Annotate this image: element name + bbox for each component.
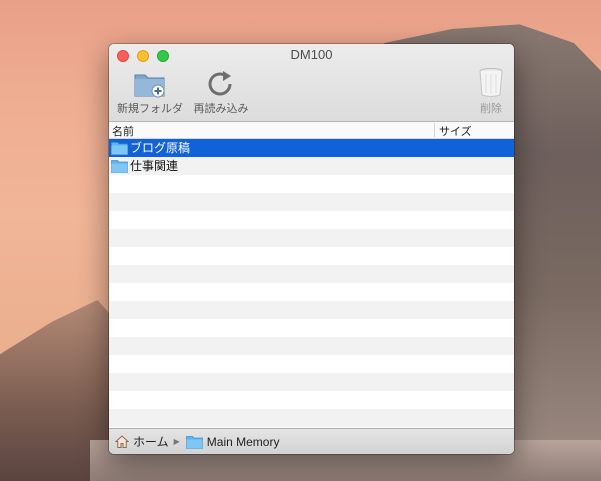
file-list-header: 名前 サイズ <box>109 122 514 139</box>
trash-icon <box>479 68 503 97</box>
reload-label: 再読み込み <box>193 103 249 115</box>
empty-row <box>109 373 514 391</box>
folder-icon <box>185 435 203 449</box>
empty-row <box>109 175 514 193</box>
empty-row <box>109 247 514 265</box>
empty-row <box>109 283 514 301</box>
empty-row <box>109 301 514 319</box>
empty-row <box>109 409 514 427</box>
delete-button[interactable]: 削除 <box>475 68 507 116</box>
path-bar: ホーム ▶ Main Memory <box>109 428 514 454</box>
new-folder-button[interactable]: 新規フォルダ <box>116 68 184 116</box>
empty-row <box>109 319 514 337</box>
breadcrumb-current-label: Main Memory <box>206 434 280 449</box>
reload-button[interactable]: 再読み込み <box>191 68 251 116</box>
list-item[interactable]: ブログ原稿 <box>109 139 514 157</box>
breadcrumb-home-label: ホーム <box>133 435 169 449</box>
file-list[interactable]: ブログ原稿 仕事関連 <box>109 139 514 429</box>
empty-row <box>109 193 514 211</box>
empty-row <box>109 265 514 283</box>
title-toolbar: DM100 新規フォルダ 再読み込み 削除 <box>109 44 514 122</box>
breadcrumb-current[interactable]: Main Memory <box>185 434 280 449</box>
new-folder-label: 新規フォルダ <box>117 103 183 115</box>
folder-icon <box>111 160 128 173</box>
breadcrumb-separator-icon: ▶ <box>173 437 180 446</box>
empty-row <box>109 355 514 373</box>
empty-row <box>109 211 514 229</box>
app-window: DM100 新規フォルダ 再読み込み 削除 名前 サイズ ブログ原稿 仕事関連 … <box>109 44 514 454</box>
home-icon <box>115 435 129 448</box>
reload-icon <box>208 71 232 96</box>
empty-row <box>109 337 514 355</box>
item-name: 仕事関連 <box>130 159 179 173</box>
column-header-size[interactable]: サイズ <box>434 123 472 138</box>
column-header-name[interactable]: 名前 <box>112 123 134 139</box>
empty-row <box>109 229 514 247</box>
breadcrumb-home[interactable]: ホーム <box>115 433 169 450</box>
list-item[interactable]: 仕事関連 <box>109 157 514 175</box>
delete-label: 削除 <box>480 103 502 115</box>
item-name: ブログ原稿 <box>130 141 191 155</box>
window-title: DM100 <box>290 47 333 62</box>
empty-row <box>109 391 514 409</box>
new-folder-icon <box>134 74 165 98</box>
folder-icon <box>111 142 128 155</box>
